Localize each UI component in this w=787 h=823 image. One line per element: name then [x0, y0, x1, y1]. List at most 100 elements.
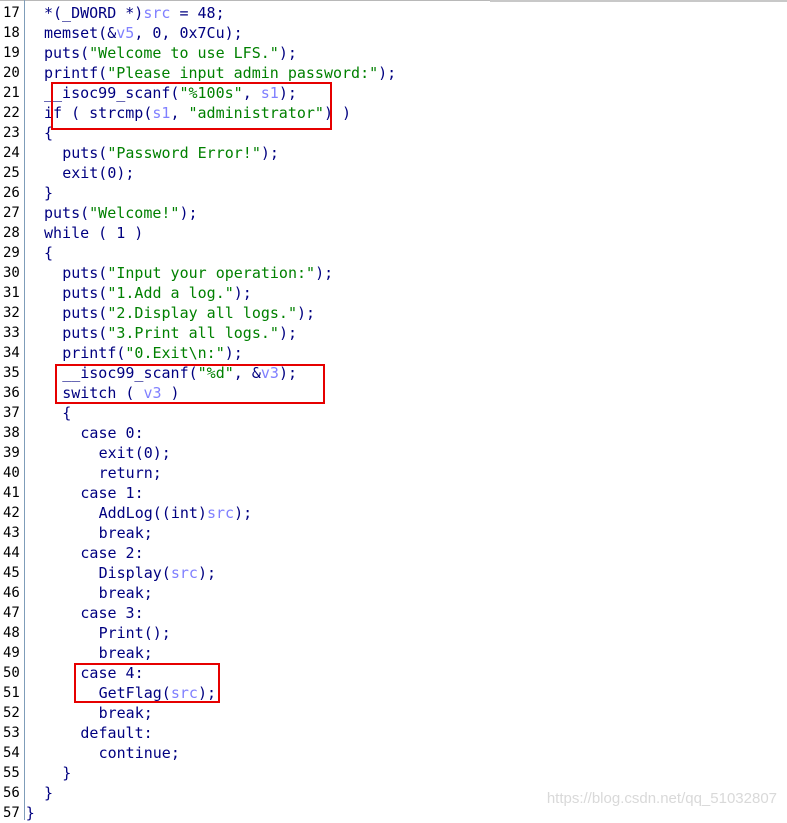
- code-text: {: [62, 403, 71, 423]
- code-text: {: [44, 243, 53, 263]
- line-number: 38: [3, 425, 20, 441]
- line-number: 50: [3, 665, 20, 681]
- code-token: default:: [80, 724, 153, 742]
- string-literal: "%d": [197, 364, 234, 382]
- code-token: continue;: [98, 744, 180, 762]
- code-text: continue;: [99, 743, 180, 763]
- line-number: 54: [3, 745, 20, 761]
- code-token: );: [378, 64, 397, 82]
- code-token: exit(0);: [98, 444, 171, 462]
- code-token: printf(: [62, 344, 126, 362]
- variable-name: src: [170, 684, 198, 702]
- code-token: break;: [98, 644, 153, 662]
- code-token: , 0, 0x7Cu);: [134, 24, 243, 42]
- code-token: );: [278, 364, 297, 382]
- line-number: 34: [3, 345, 20, 361]
- code-token: while ( 1 ): [44, 224, 144, 242]
- code-token: );: [179, 204, 198, 222]
- code-text: case 0:: [80, 423, 143, 443]
- code-text: break;: [99, 703, 153, 723]
- code-text: return;: [99, 463, 162, 483]
- line-number: 24: [3, 145, 20, 161]
- code-token: puts(: [62, 284, 108, 302]
- code-text: break;: [99, 643, 153, 663]
- string-literal: "Password Error!": [107, 144, 261, 162]
- code-text: default:: [80, 723, 152, 743]
- code-token: memset(&: [44, 24, 117, 42]
- line-number: 37: [3, 405, 20, 421]
- string-literal: "Welcome!": [89, 204, 180, 222]
- code-token: printf(: [44, 64, 108, 82]
- code-token: case 4:: [80, 664, 144, 682]
- code-text: while ( 1 ): [44, 223, 143, 243]
- line-number: 17: [3, 5, 20, 21]
- line-number: 49: [3, 645, 20, 661]
- code-token: case 0:: [80, 424, 144, 442]
- code-text: puts("Welcome!");: [44, 203, 198, 223]
- code-token: break;: [98, 584, 153, 602]
- code-token: );: [234, 504, 253, 522]
- line-number: 56: [3, 785, 20, 801]
- line-number: 23: [3, 125, 20, 141]
- code-token: break;: [98, 704, 153, 722]
- variable-name: s1: [260, 84, 279, 102]
- string-literal: "2.Display all logs.": [107, 304, 297, 322]
- string-literal: "0.Exit\n:": [125, 344, 225, 362]
- code-token: __isoc99_scanf(: [62, 364, 198, 382]
- code-token: {: [62, 404, 72, 422]
- code-token: ) ): [323, 104, 352, 122]
- code-text: puts("Input your operation:");: [62, 263, 333, 283]
- code-text: if ( strcmp(s1, "administrator") ): [44, 103, 351, 123]
- string-literal: "%100s": [179, 84, 243, 102]
- code-text: __isoc99_scanf("%d", &v3);: [62, 363, 297, 383]
- line-number: 30: [3, 265, 20, 281]
- line-number: 44: [3, 545, 20, 561]
- code-text: break;: [99, 523, 153, 543]
- code-token: }: [62, 764, 72, 782]
- string-literal: "3.Print all logs.": [107, 324, 279, 342]
- code-text: break;: [99, 583, 153, 603]
- code-text: puts("Password Error!");: [62, 143, 279, 163]
- code-token: case 1:: [80, 484, 144, 502]
- watermark: https://blog.csdn.net/qq_51032807: [546, 790, 777, 807]
- variable-name: v5: [116, 24, 135, 42]
- code-text: }: [44, 783, 53, 803]
- code-token: ,: [170, 104, 189, 122]
- line-number: 48: [3, 625, 20, 641]
- code-text: memset(&v5, 0, 0x7Cu);: [44, 23, 243, 43]
- code-text: case 1:: [80, 483, 143, 503]
- line-number: 42: [3, 505, 20, 521]
- line-number: 53: [3, 725, 20, 741]
- line-number: 29: [3, 245, 20, 261]
- code-token: case 2:: [80, 544, 144, 562]
- code-text: Print();: [99, 623, 171, 643]
- line-number: 39: [3, 445, 20, 461]
- code-token: );: [233, 284, 252, 302]
- line-number: 40: [3, 465, 20, 481]
- code-token: exit(0);: [62, 164, 135, 182]
- string-literal: "Please input admin password:": [107, 64, 379, 82]
- code-token: Print();: [98, 624, 171, 642]
- pseudocode-view[interactable]: 17 *(_DWORD *)src = 48; 18 memset(&v5, 0, 0…: [0, 0, 787, 822]
- code-token: puts(: [62, 304, 108, 322]
- line-number: 19: [3, 45, 20, 61]
- line-number: 21: [3, 85, 20, 101]
- code-token: ,: [242, 84, 261, 102]
- variable-name: src: [143, 4, 171, 22]
- code-text: case 2:: [80, 543, 143, 563]
- code-token: ): [161, 384, 180, 402]
- line-number: 33: [3, 325, 20, 341]
- line-number: 52: [3, 705, 20, 721]
- string-literal: "administrator": [188, 104, 324, 122]
- code-text: Display(src);: [99, 563, 216, 583]
- code-text: puts("2.Display all logs.");: [62, 303, 315, 323]
- line-number: 47: [3, 605, 20, 621]
- line-number: 45: [3, 565, 20, 581]
- line-number: 57: [3, 805, 20, 821]
- code-token: }: [44, 784, 54, 802]
- code-token: );: [278, 324, 297, 342]
- code-text: switch ( v3 ): [62, 383, 179, 403]
- code-token: case 3:: [80, 604, 144, 622]
- line-number: 25: [3, 165, 20, 181]
- code-token: }: [25, 804, 35, 822]
